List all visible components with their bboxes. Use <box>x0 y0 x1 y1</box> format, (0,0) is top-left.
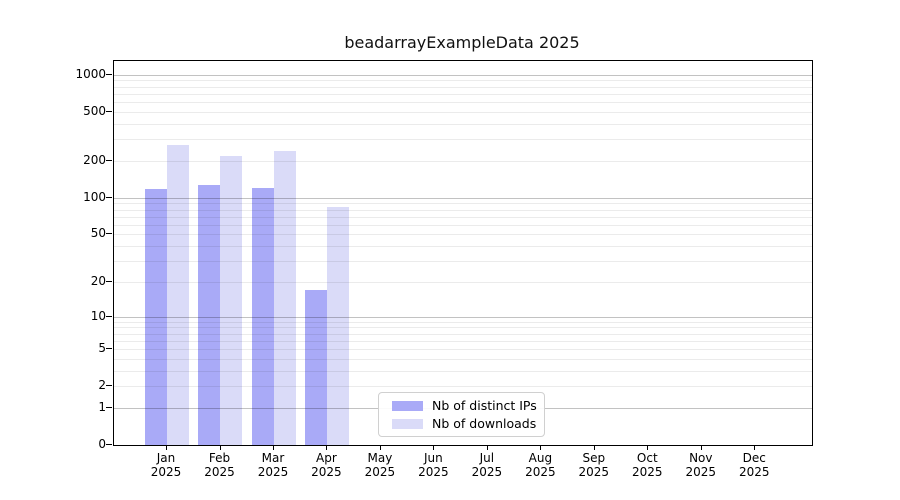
y-tick-mark <box>106 406 112 408</box>
y-tick-mark <box>106 280 112 282</box>
plot-area <box>113 60 813 446</box>
gridline-minor <box>114 203 812 205</box>
gridline-minor <box>114 340 812 342</box>
chart-title: beadarrayExampleData 2025 <box>344 33 580 52</box>
x-tick-mark <box>219 445 221 450</box>
gridline-minor <box>114 139 812 141</box>
x-tick-label-month: Dec <box>742 451 766 465</box>
x-tick-mark <box>166 445 167 450</box>
legend-swatch-distinct-ips <box>392 400 423 411</box>
y-tick-label: 20 <box>90 273 106 288</box>
y-tick-mark <box>106 385 112 387</box>
x-tick-mark <box>486 445 488 450</box>
gridline-minor <box>114 327 812 329</box>
x-tick-label-year: 2025 <box>739 464 770 479</box>
gridline-minor <box>114 216 812 218</box>
gridline-minor <box>114 358 812 360</box>
x-tick-mark <box>273 445 274 450</box>
gridline-minor <box>114 386 812 388</box>
y-axis-tick-labels: 0 1 2 5 10 20 50 100 200 500 1000 <box>0 0 106 500</box>
gridline-minor <box>114 333 812 335</box>
y-tick-label: 10 <box>90 308 106 323</box>
y-tick-mark <box>106 315 112 317</box>
x-tick-mark <box>540 445 542 450</box>
gridline-minor <box>114 209 812 211</box>
x-tick-mark <box>433 445 435 450</box>
gridline-minor <box>114 260 812 262</box>
legend-label-downloads: Nb of downloads <box>432 415 537 431</box>
y-tick-label: 2 <box>98 378 106 393</box>
y-tick-mark <box>106 196 112 198</box>
gridline-minor <box>114 246 812 247</box>
y-tick-mark <box>106 73 112 75</box>
x-tick-mark <box>754 445 756 450</box>
legend-label-distinct-ips: Nb of distinct IPs <box>432 397 537 413</box>
gridline-minor <box>114 86 812 88</box>
legend-box: Nb of distinct IPs Nb of downloads <box>378 392 545 437</box>
x-tick-mark <box>700 445 702 450</box>
gridline-major <box>114 316 812 318</box>
gridline-minor <box>114 111 812 113</box>
y-tick-label: 200 <box>83 152 106 167</box>
x-tick-mark <box>647 445 649 450</box>
gridline-minor <box>114 370 812 372</box>
gridline-minor <box>114 102 812 103</box>
gridline-minor <box>114 224 812 226</box>
x-tick-mark <box>379 445 381 450</box>
gridline-minor <box>114 349 812 350</box>
figure: beadarrayExampleData 2025 0 1 2 5 10 20 50 100 2… <box>0 0 900 500</box>
y-tick-label: 500 <box>83 103 106 118</box>
gridline-minor <box>114 234 812 236</box>
gridline-minor <box>114 123 812 125</box>
gridline-minor <box>114 281 812 283</box>
gridline-major <box>114 197 812 199</box>
y-tick-label: 5 <box>98 341 106 355</box>
gridline-minor <box>114 93 812 95</box>
gridline-major <box>114 74 812 76</box>
x-tick-mark <box>593 445 595 450</box>
y-tick-label: 50 <box>90 226 106 241</box>
y-tick-label: 0 <box>98 437 106 451</box>
legend-row-distinct-ips: Nb of distinct IPs <box>392 397 544 413</box>
y-tick-mark <box>106 348 112 349</box>
x-tick-label: Dec 2025 <box>714 451 794 479</box>
y-tick-mark <box>106 233 112 235</box>
legend-swatch-downloads <box>392 418 423 429</box>
grid-layer <box>114 61 812 445</box>
y-tick-label: 1 <box>98 399 106 414</box>
y-tick-mark <box>106 110 112 112</box>
gridline-minor <box>114 160 812 162</box>
y-tick-label: 100 <box>83 189 106 204</box>
y-tick-label: 1000 <box>75 66 106 81</box>
x-tick-mark <box>326 445 328 450</box>
y-tick-mark <box>106 444 112 445</box>
y-tick-mark <box>106 159 112 161</box>
gridline-minor <box>114 321 812 323</box>
gridline-minor <box>114 80 812 82</box>
legend-row-downloads: Nb of downloads <box>392 415 544 431</box>
